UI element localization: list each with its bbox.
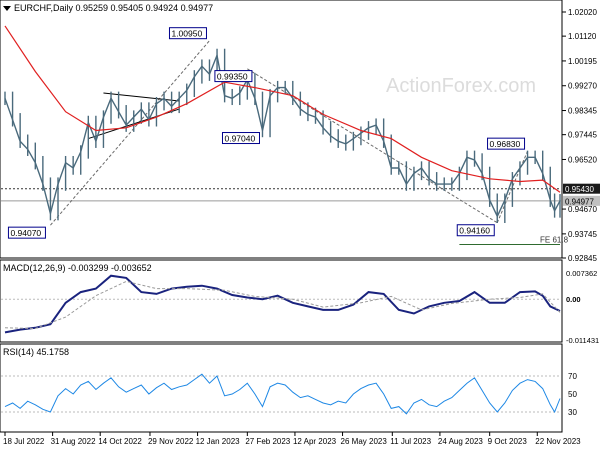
x-tick-label: 11 Jul 2023 — [390, 437, 431, 446]
x-tick-label: 29 Nov 2022 — [148, 437, 194, 446]
annotation-label: 1.00950 — [171, 29, 202, 39]
x-tick-label: 31 Aug 2022 — [51, 437, 96, 446]
x-tick-label: 24 Aug 2023 — [438, 437, 483, 446]
y-tick-label: 1.00195 — [568, 57, 597, 66]
x-tick-label: 12 Jan 2023 — [196, 437, 241, 446]
x-tick-label: 14 Oct 2022 — [98, 437, 142, 446]
y-tick-label: 0.97445 — [568, 131, 597, 140]
x-tick-label: 26 May 2023 — [341, 437, 388, 446]
macd-y-tick-label: 0.007362 — [566, 269, 597, 278]
x-tick-label: 9 Oct 2023 — [488, 437, 528, 446]
macd-y-tick-label: 0.00 — [566, 295, 581, 304]
y-tick-label: 0.93745 — [568, 230, 597, 239]
macd-title: MACD(12,26,9) -0.003299 -0.003652 — [3, 263, 152, 273]
rsi-title: RSI(14) 45.1758 — [3, 347, 69, 357]
rsi-y-tick-label: 50 — [568, 390, 577, 399]
annotation-label: 0.99350 — [217, 72, 248, 82]
x-tick-label: 27 Feb 2023 — [245, 437, 290, 446]
watermark: ActionForex.com — [386, 75, 536, 97]
y-tick-label: 1.01120 — [568, 32, 597, 41]
rsi-y-tick-label: 70 — [568, 372, 577, 381]
x-tick-label: 18 Jul 2022 — [3, 437, 45, 446]
annotation-label: 0.94070 — [10, 228, 41, 238]
price-tag-label: 0.95430 — [565, 185, 594, 194]
fe-label: FE 61.8 — [540, 235, 569, 244]
y-tick-label: 0.96520 — [568, 155, 597, 164]
annotation-label: 0.94160 — [459, 226, 490, 236]
y-tick-label: 0.98345 — [568, 107, 597, 116]
x-tick-label: 12 Apr 2023 — [293, 437, 337, 446]
price-panel — [0, 0, 563, 259]
macd-y-tick-label: -0.011431 — [566, 336, 599, 345]
eurchf-chart: ActionForex.com 1.00950 0.99350 0.97040 0.9… — [0, 0, 600, 446]
y-tick-label: 1.02020 — [568, 8, 597, 17]
rsi-y-tick-label: 30 — [568, 408, 577, 417]
x-tick-label: 22 Nov 2023 — [535, 437, 581, 446]
y-tick-label: 0.94670 — [568, 205, 597, 214]
chart-title: EURCHF,Daily 0.95259 0.95405 0.94924 0.9… — [14, 3, 213, 13]
annotation-label: 0.96830 — [490, 139, 521, 149]
y-tick-label: 0.92845 — [568, 254, 597, 263]
rsi-panel — [0, 343, 563, 433]
annotation-label: 0.97040 — [224, 134, 255, 144]
y-tick-label: 0.99270 — [568, 82, 597, 91]
